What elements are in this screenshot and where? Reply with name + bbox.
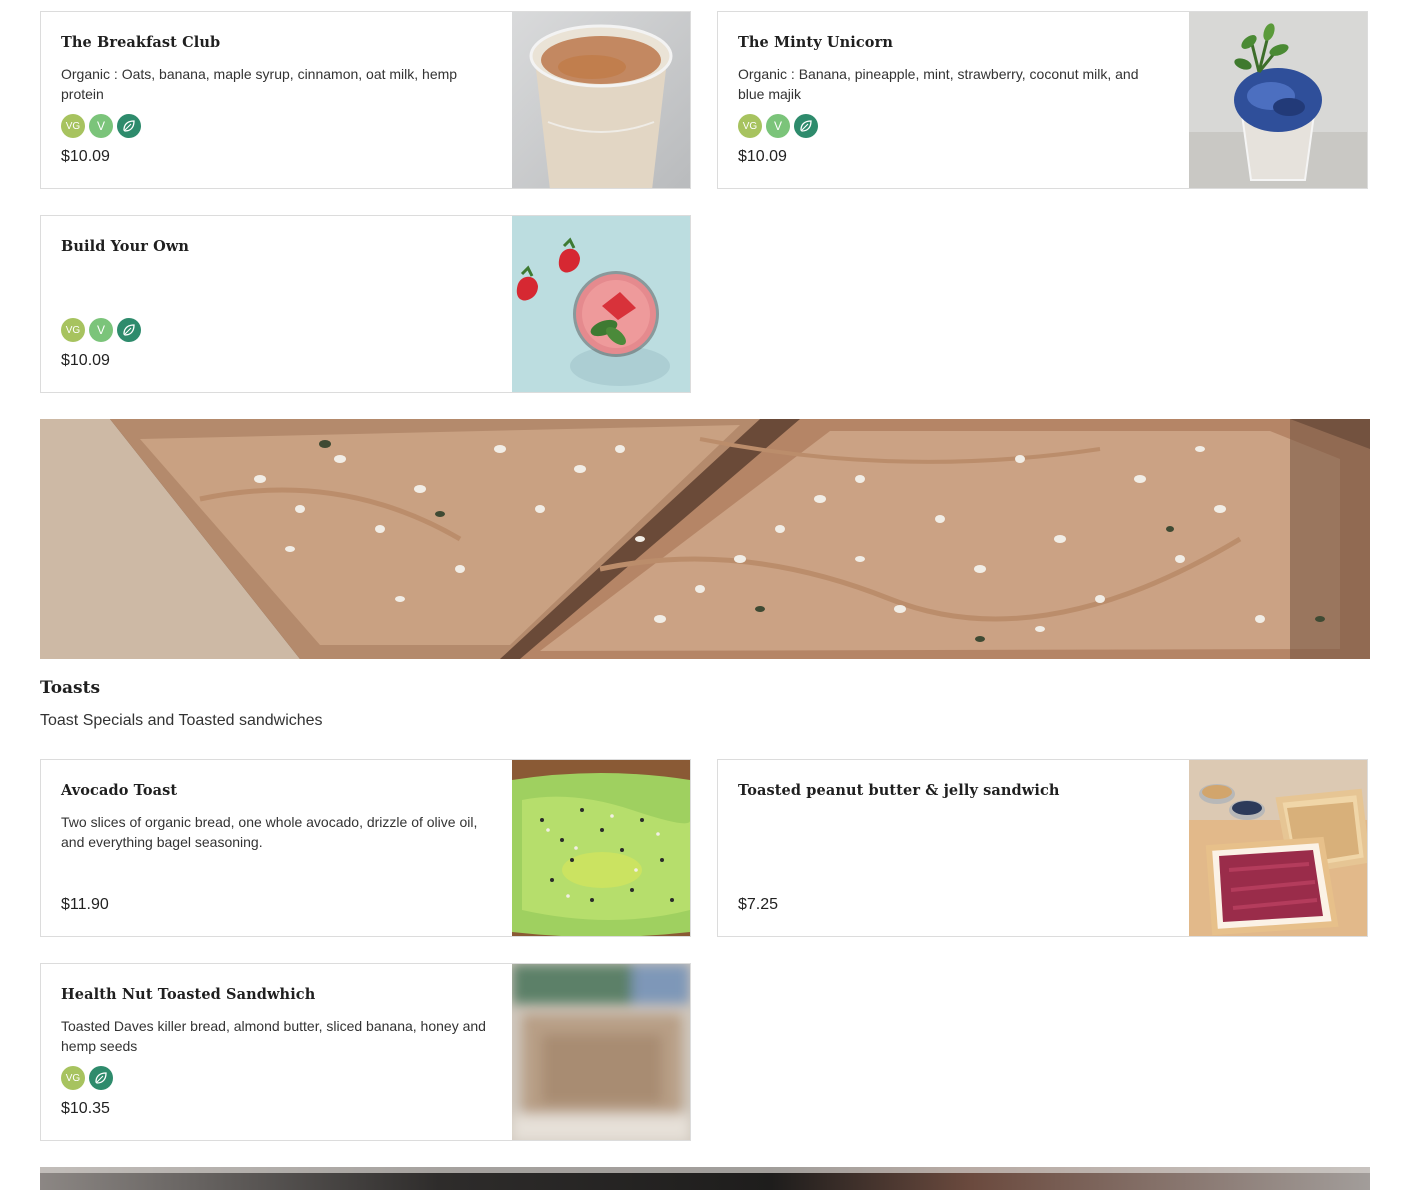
item-photo bbox=[1189, 12, 1367, 188]
item-title: Avocado Toast bbox=[61, 782, 178, 799]
vegan-badge-icon: VG bbox=[61, 114, 85, 138]
item-photo bbox=[512, 964, 690, 1140]
vegan-badge-icon: VG bbox=[61, 1066, 85, 1090]
dietary-badges: VG V bbox=[738, 114, 818, 138]
item-price: $10.09 bbox=[738, 148, 787, 165]
dietary-badges: VG V bbox=[61, 318, 141, 342]
next-section-banner-image bbox=[40, 1167, 1370, 1190]
dietary-badges: VG bbox=[61, 1066, 113, 1090]
dietary-badges: VG V bbox=[61, 114, 141, 138]
item-price: $11.90 bbox=[61, 896, 109, 913]
item-title: Health Nut Toasted Sandwhich bbox=[61, 986, 316, 1003]
vegan-badge-icon: VG bbox=[61, 318, 85, 342]
menu-item-card[interactable]: The Breakfast Club Organic : Oats, banan… bbox=[40, 11, 691, 189]
item-description: Two slices of organic bread, one whole a… bbox=[61, 814, 478, 850]
organic-leaf-icon bbox=[117, 318, 141, 342]
item-description: Organic : Oats, banana, maple syrup, cin… bbox=[61, 66, 458, 102]
menu-item-card[interactable]: Toasted peanut butter & jelly sandwich $… bbox=[717, 759, 1368, 937]
menu-item-card[interactable]: The Minty Unicorn Organic : Banana, pine… bbox=[717, 11, 1368, 189]
menu-item-card[interactable]: Health Nut Toasted Sandwhich Toasted Dav… bbox=[40, 963, 691, 1141]
item-price: $10.09 bbox=[61, 352, 110, 369]
vegetarian-badge-icon: V bbox=[89, 114, 113, 138]
item-title: Toasted peanut butter & jelly sandwich bbox=[738, 782, 1060, 799]
item-photo bbox=[512, 216, 690, 392]
item-title: Build Your Own bbox=[61, 238, 190, 255]
item-title: The Minty Unicorn bbox=[738, 34, 893, 51]
vegan-badge-icon: VG bbox=[738, 114, 762, 138]
item-photo bbox=[1189, 760, 1367, 936]
organic-leaf-icon bbox=[117, 114, 141, 138]
item-title: The Breakfast Club bbox=[61, 34, 221, 51]
section-description: Toast Specials and Toasted sandwiches bbox=[40, 712, 323, 729]
toasts-banner-image bbox=[40, 419, 1370, 659]
vegetarian-badge-icon: V bbox=[89, 318, 113, 342]
menu-item-card[interactable]: Build Your Own VG V $10.09 bbox=[40, 215, 691, 393]
menu-item-card[interactable]: Avocado Toast Two slices of organic brea… bbox=[40, 759, 691, 937]
organic-leaf-icon bbox=[89, 1066, 113, 1090]
organic-leaf-icon bbox=[794, 114, 818, 138]
section-title: Toasts bbox=[40, 678, 101, 698]
vegetarian-badge-icon: V bbox=[766, 114, 790, 138]
item-photo bbox=[512, 12, 690, 188]
item-description: Organic : Banana, pineapple, mint, straw… bbox=[738, 66, 1139, 102]
item-price: $10.09 bbox=[61, 148, 110, 165]
item-photo bbox=[512, 760, 690, 936]
item-price: $10.35 bbox=[61, 1100, 110, 1117]
item-price: $7.25 bbox=[738, 896, 779, 913]
item-description: Toasted Daves killer bread, almond butte… bbox=[61, 1018, 486, 1054]
